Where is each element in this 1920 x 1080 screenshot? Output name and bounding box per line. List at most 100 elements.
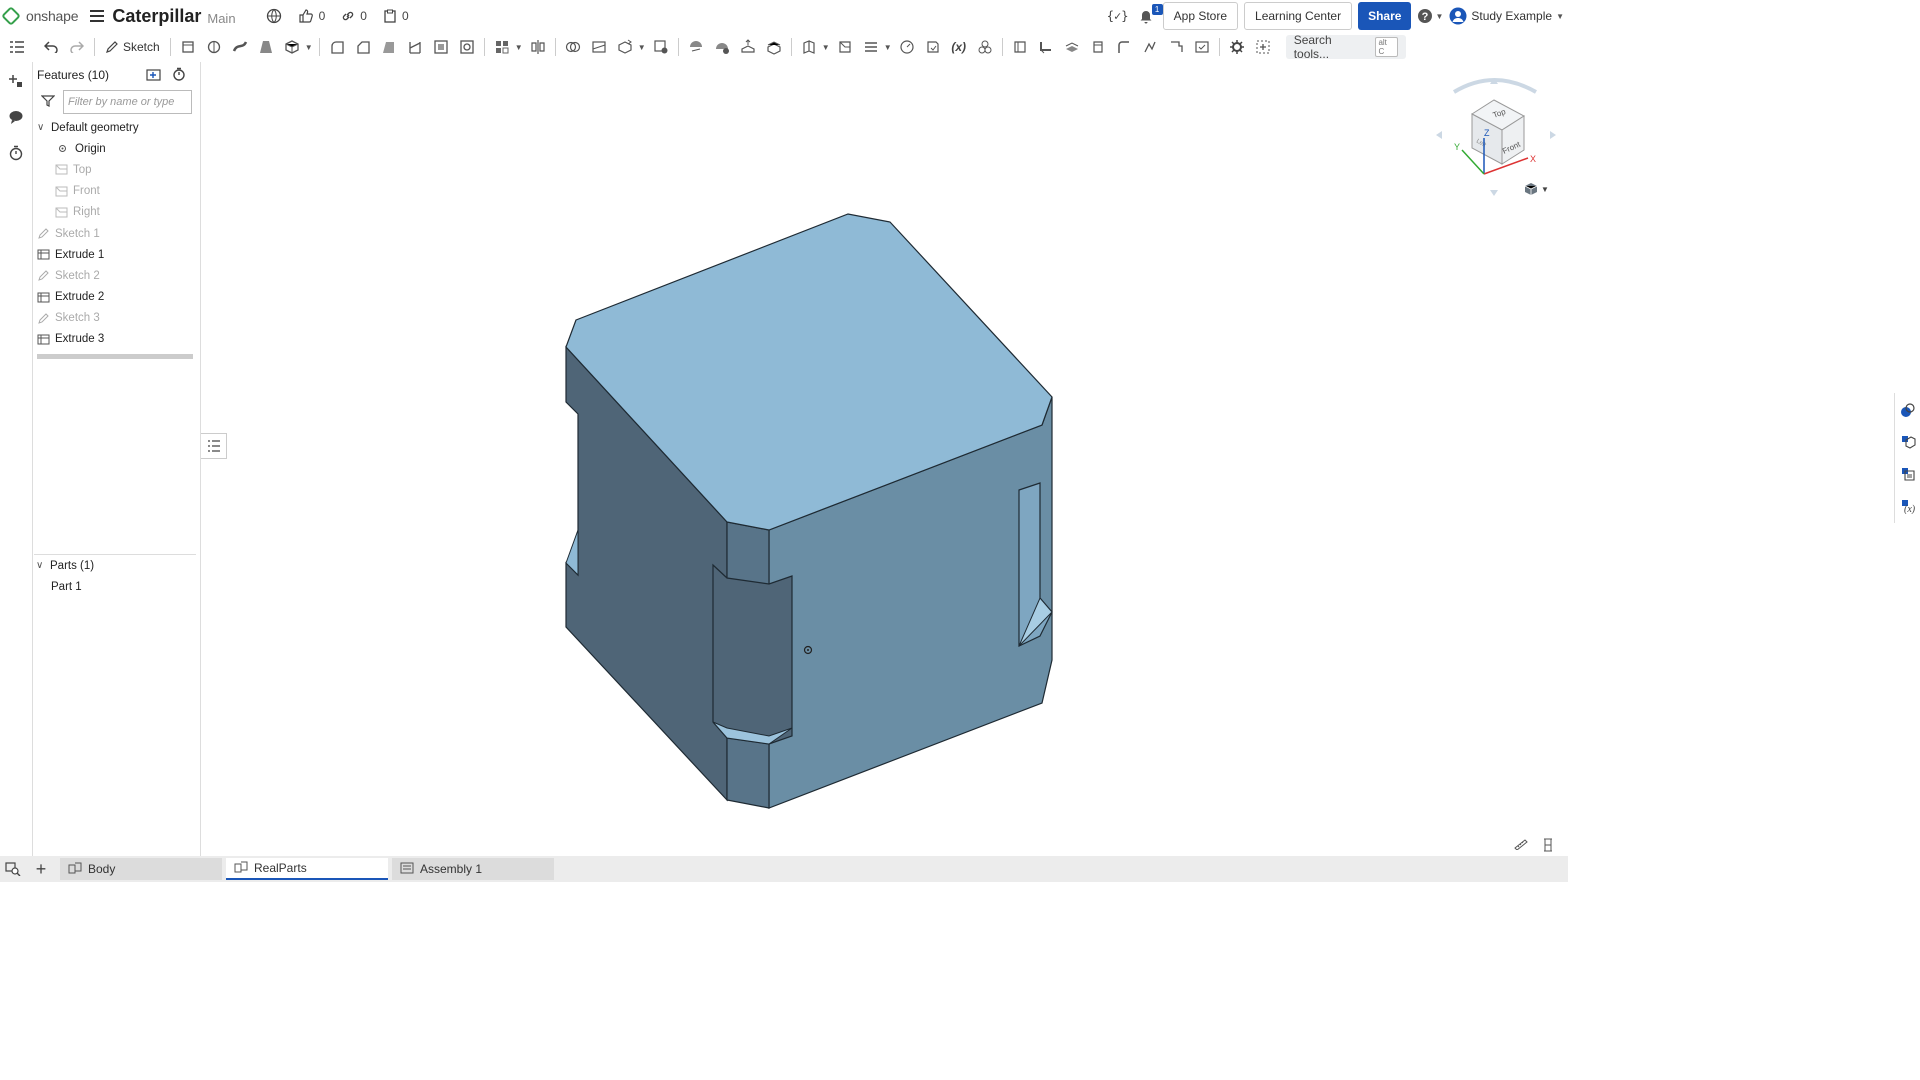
hem-icon[interactable] bbox=[1059, 34, 1085, 60]
chevron-down-icon[interactable]: ▼ bbox=[822, 43, 832, 52]
frame-icon[interactable] bbox=[1163, 34, 1189, 60]
measure-icon[interactable] bbox=[1514, 838, 1528, 855]
filter-icon[interactable] bbox=[40, 94, 56, 111]
boolean-icon[interactable] bbox=[560, 34, 586, 60]
chevron-down-icon[interactable]: ▼ bbox=[305, 43, 315, 52]
add-tab-button[interactable]: + bbox=[26, 859, 56, 880]
offset-surface-icon[interactable] bbox=[796, 34, 822, 60]
geometry-item-origin[interactable]: Origin bbox=[33, 138, 200, 159]
likes-count[interactable]: 0 bbox=[298, 8, 325, 24]
filter-input[interactable]: Filter by name or type bbox=[63, 90, 192, 114]
geometry-item-top[interactable]: Top bbox=[33, 159, 200, 180]
default-geometry-group[interactable]: ∨ Default geometry bbox=[33, 117, 200, 138]
sketch-button[interactable]: Sketch bbox=[99, 40, 166, 54]
view-cube[interactable]: Top Front Left Z X Y ▼ bbox=[1432, 70, 1562, 200]
modify-fillet-icon[interactable] bbox=[683, 34, 709, 60]
chevron-down-icon[interactable]: ▼ bbox=[884, 43, 894, 52]
globe-icon[interactable] bbox=[266, 8, 282, 24]
delete-part-icon[interactable] bbox=[648, 34, 674, 60]
revolve-icon[interactable] bbox=[201, 34, 227, 60]
tab-realparts[interactable]: RealParts bbox=[226, 858, 388, 880]
history-icon[interactable] bbox=[3, 140, 29, 166]
delete-face-icon[interactable] bbox=[709, 34, 735, 60]
transform-icon[interactable] bbox=[612, 34, 638, 60]
menu-icon[interactable] bbox=[90, 10, 105, 22]
user-menu[interactable]: Study Example ▼ bbox=[1449, 7, 1564, 25]
replace-face-icon[interactable] bbox=[761, 34, 787, 60]
mirror-icon[interactable] bbox=[525, 34, 551, 60]
notifications-button[interactable]: 1 bbox=[1135, 4, 1163, 24]
shell-icon[interactable] bbox=[428, 34, 454, 60]
chevron-down-icon[interactable]: ∨ bbox=[37, 122, 51, 133]
rib-icon[interactable] bbox=[402, 34, 428, 60]
feature-list-scrollbar[interactable] bbox=[37, 354, 193, 359]
copies-count[interactable]: 0 bbox=[383, 9, 409, 23]
derived-icon[interactable] bbox=[972, 34, 998, 60]
sweep-icon[interactable] bbox=[227, 34, 253, 60]
help-icon[interactable]: ? ▼ bbox=[1417, 8, 1443, 24]
tab-body[interactable]: Body bbox=[60, 858, 222, 880]
feature-item-sketch-3[interactable]: Sketch 3 bbox=[33, 308, 200, 329]
document-title[interactable]: Caterpillar bbox=[112, 6, 201, 27]
branch-name[interactable]: Main bbox=[207, 11, 235, 26]
section-view-icon[interactable] bbox=[1895, 461, 1920, 487]
flat-icon[interactable] bbox=[1189, 34, 1215, 60]
chevron-down-icon[interactable]: ▼ bbox=[515, 43, 525, 52]
search-tools-input[interactable]: Search tools... alt C bbox=[1285, 33, 1406, 61]
redo-icon[interactable] bbox=[64, 34, 90, 60]
tab-icon[interactable] bbox=[1085, 34, 1111, 60]
feature-item-sketch-1[interactable]: Sketch 1 bbox=[33, 223, 200, 244]
tab-assembly-1[interactable]: Assembly 1 bbox=[392, 858, 554, 880]
bend-icon[interactable] bbox=[1111, 34, 1137, 60]
sheet-metal-icon[interactable] bbox=[1007, 34, 1033, 60]
chamfer-icon[interactable] bbox=[350, 34, 376, 60]
share-button[interactable]: Share bbox=[1358, 2, 1412, 30]
feature-item-extrude-2[interactable]: Extrude 2 bbox=[33, 287, 200, 308]
plane-icon[interactable] bbox=[832, 34, 858, 60]
view-options-icon[interactable]: ▼ bbox=[1524, 182, 1549, 196]
learning-center-button[interactable]: Learning Center bbox=[1244, 2, 1353, 30]
chevron-down-icon[interactable]: ▼ bbox=[638, 43, 648, 52]
variables-icon[interactable]: {✓} bbox=[1107, 9, 1129, 23]
rollback-timer-icon[interactable] bbox=[172, 67, 186, 84]
pattern-icon[interactable] bbox=[489, 34, 515, 60]
feature-list-icon[interactable] bbox=[4, 34, 30, 60]
hole-icon[interactable] bbox=[454, 34, 480, 60]
split-icon[interactable] bbox=[586, 34, 612, 60]
loft-icon[interactable] bbox=[253, 34, 279, 60]
geometry-item-front[interactable]: Front bbox=[33, 181, 200, 202]
part-item[interactable]: Part 1 bbox=[32, 576, 201, 597]
move-face-icon[interactable] bbox=[735, 34, 761, 60]
variable-icon[interactable]: (x) bbox=[946, 34, 972, 60]
graphics-viewport[interactable] bbox=[201, 62, 1541, 856]
comments-icon[interactable] bbox=[3, 104, 29, 130]
mate-connector-icon[interactable] bbox=[858, 34, 884, 60]
custom-features-icon[interactable]: (x) bbox=[1895, 493, 1920, 519]
corner-icon[interactable] bbox=[1137, 34, 1163, 60]
app-store-button[interactable]: App Store bbox=[1162, 2, 1239, 30]
chevron-down-icon[interactable]: ∨ bbox=[36, 560, 50, 571]
appearance-icon[interactable] bbox=[1895, 397, 1920, 423]
undo-icon[interactable] bbox=[38, 34, 64, 60]
flange-icon[interactable] bbox=[1033, 34, 1059, 60]
feature-item-extrude-3[interactable]: Extrude 3 bbox=[33, 329, 200, 350]
part-model[interactable] bbox=[201, 62, 1541, 856]
mass-properties-icon[interactable] bbox=[1542, 838, 1554, 855]
geometry-item-right[interactable]: Right bbox=[33, 202, 200, 223]
draft-icon[interactable] bbox=[376, 34, 402, 60]
feature-item-sketch-2[interactable]: Sketch 2 bbox=[33, 265, 200, 286]
search-tabs-icon[interactable] bbox=[0, 862, 26, 876]
thicken-icon[interactable] bbox=[279, 34, 305, 60]
add-feature-icon[interactable] bbox=[3, 68, 29, 94]
onshape-logo[interactable]: onshape bbox=[1, 6, 79, 26]
links-count[interactable]: 0 bbox=[341, 9, 367, 23]
fillet-icon[interactable] bbox=[324, 34, 350, 60]
gear-icon[interactable] bbox=[1224, 34, 1250, 60]
feature-item-extrude-1[interactable]: Extrude 1 bbox=[33, 244, 200, 265]
parts-group[interactable]: ∨ Parts (1) bbox=[32, 555, 201, 576]
add-custom-feature-icon[interactable] bbox=[1250, 34, 1276, 60]
extrude-icon[interactable] bbox=[175, 34, 201, 60]
helix-icon[interactable] bbox=[894, 34, 920, 60]
configurations-icon[interactable] bbox=[1895, 429, 1920, 455]
add-folder-icon[interactable] bbox=[146, 67, 162, 84]
